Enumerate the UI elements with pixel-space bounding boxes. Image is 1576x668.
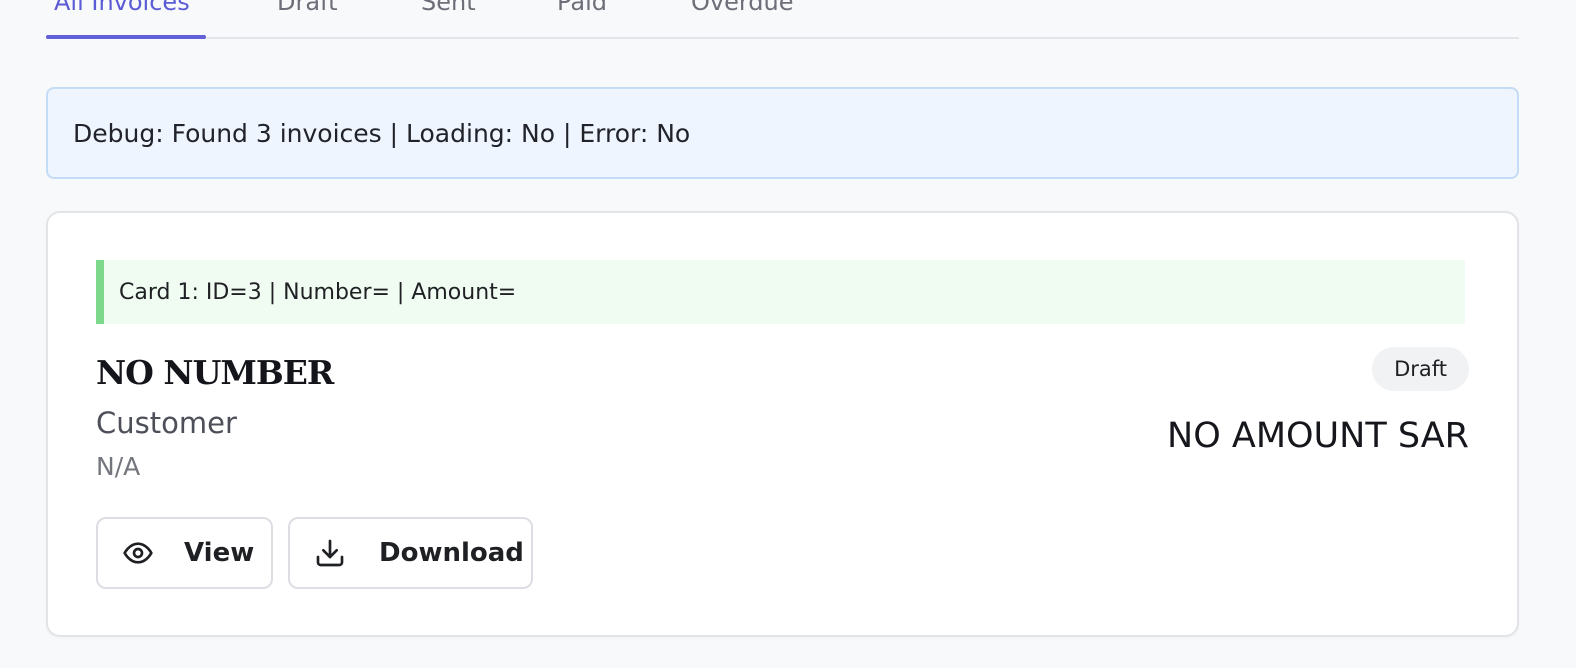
tab-paid[interactable]: Paid	[557, 0, 607, 27]
eye-icon	[122, 537, 154, 569]
invoice-tabs: All Invoices Draft Sent Paid Overdue	[46, 0, 1519, 39]
customer-value: N/A	[96, 452, 141, 481]
tab-draft[interactable]: Draft	[277, 0, 338, 27]
tab-sent[interactable]: Sent	[421, 0, 476, 27]
download-button[interactable]: Download	[288, 517, 533, 589]
invoice-amount: NO AMOUNT SAR	[1167, 416, 1469, 456]
active-tab-indicator	[46, 35, 206, 39]
invoices-page: All Invoices Draft Sent Paid Overdue Deb…	[0, 0, 1576, 668]
debug-text: Debug: Found 3 invoices | Loading: No | …	[73, 119, 691, 148]
download-icon	[314, 537, 346, 569]
invoice-number: NO NUMBER	[96, 353, 334, 392]
debug-banner: Debug: Found 3 invoices | Loading: No | …	[46, 87, 1519, 179]
view-button[interactable]: View	[96, 517, 273, 589]
card-debug-text: Card 1: ID=3 | Number= | Amount=	[119, 280, 517, 305]
tab-all-invoices[interactable]: All Invoices	[54, 0, 190, 27]
card-debug-strip: Card 1: ID=3 | Number= | Amount=	[96, 260, 1465, 324]
view-button-label: View	[184, 538, 255, 568]
invoice-card: Card 1: ID=3 | Number= | Amount= NO NUMB…	[46, 211, 1519, 637]
status-badge: Draft	[1372, 347, 1469, 391]
tab-overdue[interactable]: Overdue	[691, 0, 794, 27]
download-button-label: Download	[379, 538, 524, 568]
customer-label: Customer	[96, 406, 237, 440]
